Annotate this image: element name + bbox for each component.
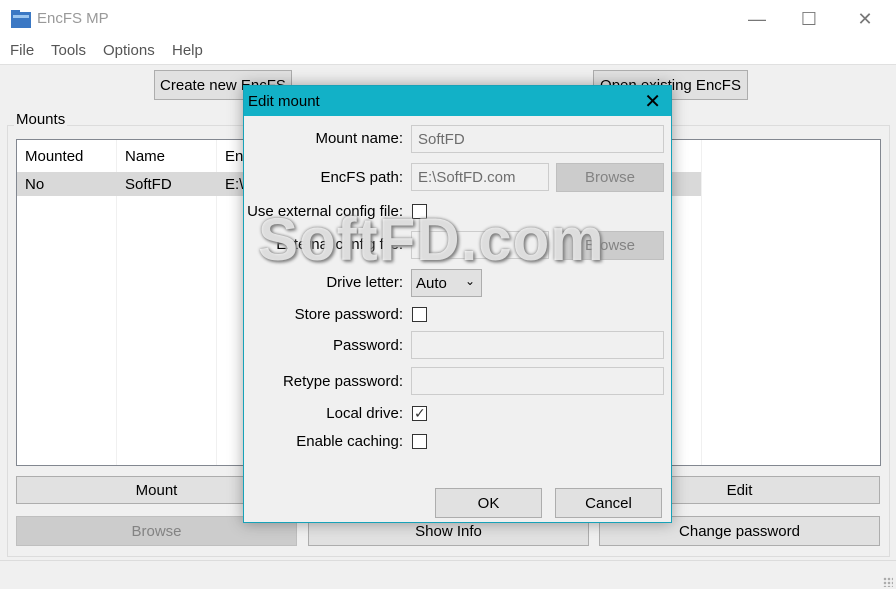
edit-mount-dialog: Edit mount ✕ Mount name: SoftFD EncFS pa… [243, 85, 672, 523]
store-password-label: Store password: [294, 306, 403, 323]
mount-name-label: Mount name: [315, 130, 403, 147]
menu-tools[interactable]: Tools [51, 42, 86, 59]
use-external-config-label: Use external config file: [247, 203, 403, 220]
drive-letter-label: Drive letter: [326, 274, 403, 291]
external-config-browse-button[interactable]: Browse [556, 231, 664, 260]
menu-file[interactable]: File [10, 42, 34, 59]
drive-letter-value: Auto [416, 275, 447, 292]
enable-caching-checkbox[interactable] [412, 434, 427, 449]
use-external-config-checkbox[interactable] [412, 204, 427, 219]
maximize-button[interactable]: ☐ [786, 0, 832, 38]
retype-password-label: Retype password: [282, 373, 403, 390]
local-drive-label: Local drive: [326, 405, 403, 422]
row-mounted-cell: No [25, 176, 45, 193]
mount-name-field[interactable]: SoftFD [411, 125, 664, 153]
row-path-cell: E:\ [225, 176, 244, 193]
encfs-path-field[interactable]: E:\SoftFD.com [411, 163, 549, 191]
enable-caching-label: Enable caching: [296, 433, 403, 450]
ok-button[interactable]: OK [435, 488, 542, 518]
checkmark-icon: ✓ [414, 405, 426, 421]
mounts-group-label: Mounts [14, 111, 68, 128]
column-mounted[interactable]: Mounted [25, 148, 83, 165]
app-icon [11, 10, 31, 28]
window-title: EncFS MP [37, 10, 109, 27]
cancel-button[interactable]: Cancel [555, 488, 662, 518]
row-name-cell: SoftFD [125, 176, 172, 193]
password-label: Password: [332, 337, 403, 354]
minimize-button[interactable]: — [734, 0, 780, 38]
menu-help[interactable]: Help [172, 42, 203, 59]
close-button[interactable]: ✕ [842, 0, 888, 38]
password-field[interactable] [411, 331, 664, 359]
dialog-close-icon[interactable]: ✕ [644, 89, 661, 114]
retype-password-field[interactable] [411, 367, 664, 395]
local-drive-checkbox[interactable]: ✓ [412, 405, 427, 421]
column-encfs-path[interactable]: En [225, 148, 243, 165]
chevron-down-icon: ⌄ [464, 274, 475, 288]
menu-bar: File Tools Options Help [0, 38, 896, 64]
encfs-path-label: EncFS path: [320, 169, 403, 186]
column-name[interactable]: Name [125, 148, 165, 165]
status-bar [0, 560, 896, 590]
drive-letter-select[interactable]: Auto ⌄ [411, 269, 482, 297]
column-separator [701, 140, 702, 465]
dialog-title-bar: Edit mount ✕ [244, 86, 671, 116]
external-config-label: External config file: [276, 236, 403, 253]
title-bar: EncFS MP — ☐ ✕ [0, 0, 896, 38]
dialog-title: Edit mount [248, 93, 320, 110]
store-password-checkbox[interactable] [412, 307, 427, 322]
external-config-field[interactable] [411, 231, 549, 259]
menu-options[interactable]: Options [103, 42, 155, 59]
encfs-path-browse-button[interactable]: Browse [556, 163, 664, 192]
resize-grip-icon[interactable] [883, 577, 893, 587]
